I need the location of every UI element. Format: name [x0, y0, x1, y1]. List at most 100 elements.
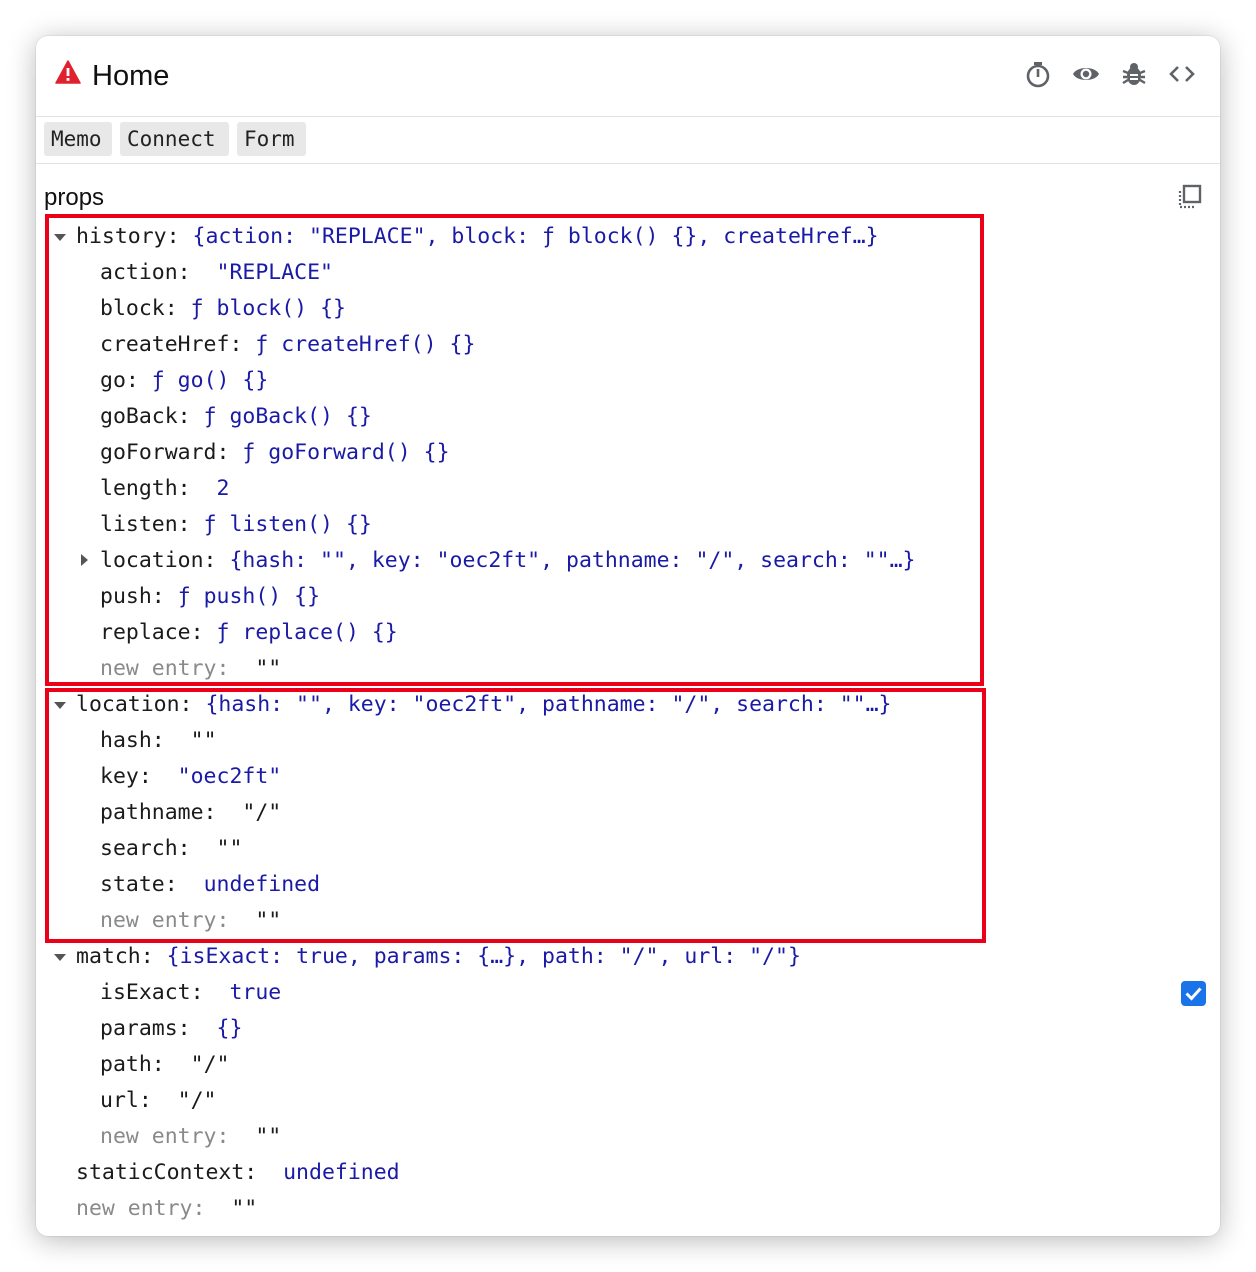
new-entry-value[interactable]: "" — [255, 1124, 281, 1149]
prop-value: ƒ replace() {} — [216, 620, 398, 645]
prop-value[interactable]: "" — [191, 728, 217, 753]
prop-value[interactable]: "REPLACE" — [217, 260, 334, 285]
prop-row[interactable]: url: "/" — [100, 1083, 217, 1119]
panel-header: Home — [36, 36, 1220, 117]
prop-row[interactable]: length: 2 — [100, 471, 229, 507]
prop-key: listen: — [100, 512, 191, 537]
prop-value: {isExact: true, params: {…}, path: "/", … — [166, 944, 801, 969]
prop-value: ƒ block() {} — [190, 296, 346, 321]
new-entry-key[interactable]: new entry: — [100, 908, 229, 933]
prop-key: action: — [100, 260, 191, 285]
prop-value: {} — [216, 1016, 243, 1041]
copy-icon[interactable] — [1176, 183, 1204, 211]
prop-row[interactable]: goBack: ƒ goBack() {} — [100, 399, 372, 435]
prop-row[interactable]: key: "oec2ft" — [100, 759, 281, 795]
new-entry-row[interactable]: new entry: "" — [100, 903, 281, 939]
prop-value[interactable]: "/" — [242, 800, 281, 825]
prop-row[interactable]: block: ƒ block() {} — [100, 291, 346, 327]
prop-key: key: — [100, 764, 152, 789]
prop-key: match: — [76, 944, 154, 969]
prop-row[interactable]: isExact: true — [100, 975, 281, 1011]
new-entry-row[interactable]: new entry: "" — [100, 1119, 281, 1155]
prop-value: ƒ listen() {} — [203, 512, 372, 537]
boolean-checkbox[interactable] — [1181, 981, 1206, 1006]
hoc-badges: Memo Connect Form — [36, 117, 1220, 164]
new-entry-key[interactable]: new entry: — [100, 656, 229, 681]
prop-row-match[interactable]: match: {isExact: true, params: {…}, path… — [76, 939, 801, 975]
prop-key: path: — [100, 1052, 165, 1077]
hoc-badge-connect: Connect — [120, 122, 229, 156]
prop-key: block: — [100, 296, 178, 321]
prop-value[interactable]: "/" — [178, 1088, 217, 1113]
prop-value[interactable]: true — [229, 980, 281, 1005]
prop-key: push: — [100, 584, 165, 609]
prop-row-location[interactable]: location: {hash: "", key: "oec2ft", path… — [76, 687, 892, 723]
new-entry-row[interactable]: new entry: "" — [76, 1191, 257, 1227]
prop-key: history: — [76, 224, 180, 249]
prop-key: search: — [100, 836, 191, 861]
prop-row[interactable]: push: ƒ push() {} — [100, 579, 320, 615]
new-entry-key[interactable]: new entry: — [76, 1196, 205, 1221]
expand-arrow-icon[interactable] — [81, 554, 88, 566]
prop-row-staticContext[interactable]: staticContext: undefined — [76, 1155, 400, 1191]
prop-value: ƒ goBack() {} — [203, 404, 372, 429]
prop-value: {hash: "", key: "oec2ft", pathname: "/",… — [205, 692, 892, 717]
new-entry-row[interactable]: new entry: "" — [100, 651, 281, 687]
prop-row-location-nested[interactable]: location: {hash: "", key: "oec2ft", path… — [100, 543, 916, 579]
prop-row[interactable]: createHref: ƒ createHref() {} — [100, 327, 475, 363]
prop-row[interactable]: replace: ƒ replace() {} — [100, 615, 398, 651]
prop-row[interactable]: state: undefined — [100, 867, 320, 903]
prop-key: params: — [100, 1016, 191, 1041]
prop-value: ƒ go() {} — [151, 368, 269, 393]
prop-key: location: — [100, 548, 217, 573]
component-title: Home — [92, 60, 170, 92]
prop-row[interactable]: go: ƒ go() {} — [100, 363, 268, 399]
prop-value: ƒ createHref() {} — [255, 332, 476, 357]
hoc-badge-memo: Memo — [44, 122, 112, 156]
prop-value[interactable]: "/" — [191, 1052, 230, 1077]
prop-row[interactable]: params: {} — [100, 1011, 242, 1047]
prop-value[interactable]: "oec2ft" — [178, 764, 282, 789]
collapse-arrow-icon[interactable] — [54, 234, 66, 241]
prop-key: length: — [100, 476, 191, 501]
prop-key: goForward: — [100, 440, 230, 465]
eye-icon[interactable] — [1072, 60, 1100, 88]
prop-value: {hash: "", key: "oec2ft", pathname: "/",… — [229, 548, 916, 573]
prop-value: ƒ goForward() {} — [242, 440, 450, 465]
prop-value[interactable]: undefined — [204, 872, 321, 897]
new-entry-value[interactable]: "" — [255, 656, 281, 681]
prop-row[interactable]: search: "" — [100, 831, 242, 867]
prop-row[interactable]: path: "/" — [100, 1047, 229, 1083]
prop-value[interactable]: "" — [217, 836, 243, 861]
new-entry-value[interactable]: "" — [255, 908, 281, 933]
code-icon[interactable] — [1168, 60, 1196, 88]
prop-row[interactable]: listen: ƒ listen() {} — [100, 507, 372, 543]
collapse-arrow-icon[interactable] — [54, 954, 66, 961]
new-entry-value[interactable]: "" — [231, 1196, 257, 1221]
prop-value[interactable]: undefined — [283, 1160, 400, 1185]
prop-key: hash: — [100, 728, 165, 753]
prop-key: pathname: — [100, 800, 217, 825]
prop-value: {action: "REPLACE", block: ƒ block() {},… — [192, 224, 879, 249]
prop-row[interactable]: hash: "" — [100, 723, 217, 759]
prop-value[interactable]: 2 — [217, 476, 230, 501]
stopwatch-icon[interactable] — [1024, 60, 1052, 88]
prop-key: state: — [100, 872, 178, 897]
bug-icon[interactable] — [1120, 60, 1148, 88]
warning-icon — [55, 60, 81, 84]
prop-row[interactable]: action: "REPLACE" — [100, 255, 333, 291]
collapse-arrow-icon[interactable] — [54, 702, 66, 709]
prop-key: replace: — [100, 620, 204, 645]
prop-key: go: — [100, 368, 139, 393]
prop-key: staticContext: — [76, 1160, 258, 1185]
props-section-label: props — [44, 184, 105, 211]
prop-row-history[interactable]: history: {action: "REPLACE", block: ƒ bl… — [76, 219, 879, 255]
prop-key: location: — [76, 692, 193, 717]
hoc-badge-form: Form — [237, 122, 306, 156]
new-entry-key[interactable]: new entry: — [100, 1124, 229, 1149]
prop-key: goBack: — [100, 404, 191, 429]
prop-key: createHref: — [100, 332, 243, 357]
prop-row[interactable]: goForward: ƒ goForward() {} — [100, 435, 450, 471]
devtools-components-panel: Home Memo Connect Form props history: {a… — [36, 36, 1220, 1236]
prop-row[interactable]: pathname: "/" — [100, 795, 281, 831]
